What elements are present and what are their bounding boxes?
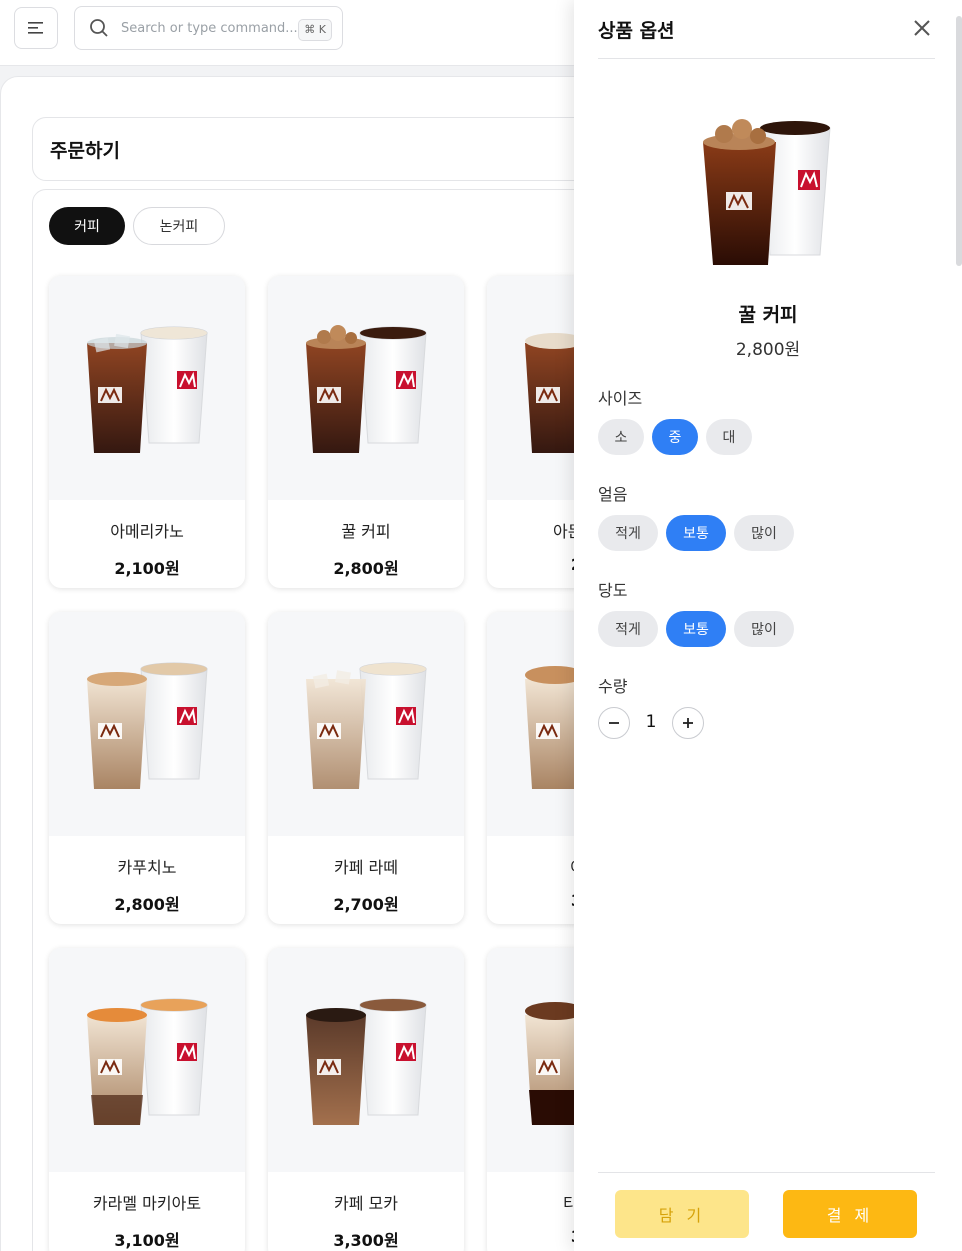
product-price: 2,100원 [114,559,180,578]
divider [598,58,935,59]
ice-less-chip[interactable]: 적게 [598,515,658,551]
drawer-title: 상품 옵션 [598,20,675,42]
product-price: 2,800원 [735,340,801,360]
product-name: 카라멜 마키아토 [92,1194,202,1213]
product-name: 아메리카노 [110,522,184,541]
product-card[interactable]: 카페 라떼 2,700원 [268,612,464,924]
search-placeholder: Search or type command... [121,20,298,36]
product-price: 3,100원 [114,1231,180,1250]
product-name: 꿀 커피 [738,304,798,326]
quantity-increase-button[interactable] [672,707,704,739]
product-image [49,276,245,500]
product-price: 2,800원 [114,895,180,914]
search-icon [90,19,108,37]
ice-normal-chip[interactable]: 보통 [666,515,726,551]
product-name: 카페 라떼 [334,858,398,877]
menu-container: 커피 논커피 아메리카노 2,100원 꿀 커피 2,800원 카푸치노 2,8… [32,189,683,1251]
product-price: 2,800원 [333,559,399,578]
tab-non-coffee[interactable]: 논커피 [133,207,225,245]
size-medium-chip[interactable]: 중 [652,419,698,455]
product-image [703,119,831,265]
size-small-chip[interactable]: 소 [598,419,644,455]
plus-icon [683,718,693,728]
product-price: 3,300원 [333,1231,399,1250]
divider [598,1172,935,1173]
option-label-size: 사이즈 [598,389,643,408]
menu-button[interactable] [14,7,58,49]
product-image [49,948,245,1172]
product-card[interactable]: 아메리카노 2,100원 [49,276,245,588]
shortcut-badge: ⌘ K [298,19,332,41]
quantity-value: 1 [645,712,657,732]
product-image [268,948,464,1172]
sweet-normal-chip[interactable]: 보통 [666,611,726,647]
search-box[interactable]: Search or type command... ⌘ K [74,6,343,50]
product-card[interactable]: 카푸치노 2,800원 [49,612,245,924]
close-icon[interactable] [910,16,934,40]
minus-icon [609,722,619,724]
sweet-more-chip[interactable]: 많이 [734,611,794,647]
add-to-cart-button[interactable]: 담 기 [615,1190,749,1238]
pay-button[interactable]: 결 제 [783,1190,917,1238]
sweet-less-chip[interactable]: 적게 [598,611,658,647]
product-image [268,612,464,836]
product-name: 카페 모카 [334,1194,398,1213]
product-price: 2,700원 [333,895,399,914]
scrollbar[interactable] [956,16,962,266]
quantity-decrease-button[interactable] [598,707,630,739]
option-label-sweetness: 당도 [598,581,628,600]
product-card[interactable]: 카페 모카 3,300원 [268,948,464,1251]
product-image [49,612,245,836]
product-card[interactable]: 카라멜 마키아토 3,100원 [49,948,245,1251]
order-header: 주문하기 [32,117,652,181]
product-image [268,276,464,500]
option-label-quantity: 수량 [598,677,628,696]
page-title: 주문하기 [50,139,120,162]
hamburger-icon [28,22,43,34]
product-name: 카푸치노 [117,858,177,877]
product-card[interactable]: 꿀 커피 2,800원 [268,276,464,588]
ice-more-chip[interactable]: 많이 [734,515,794,551]
size-large-chip[interactable]: 대 [706,419,752,455]
product-name: 꿀 커피 [341,522,391,541]
option-label-ice: 얼음 [598,485,628,504]
product-options-drawer: 상품 옵션 꿀 커피 2,800원 사이즈 소 중 대 얼음 적게 보통 많이 … [574,0,962,1251]
tab-coffee[interactable]: 커피 [49,207,125,245]
